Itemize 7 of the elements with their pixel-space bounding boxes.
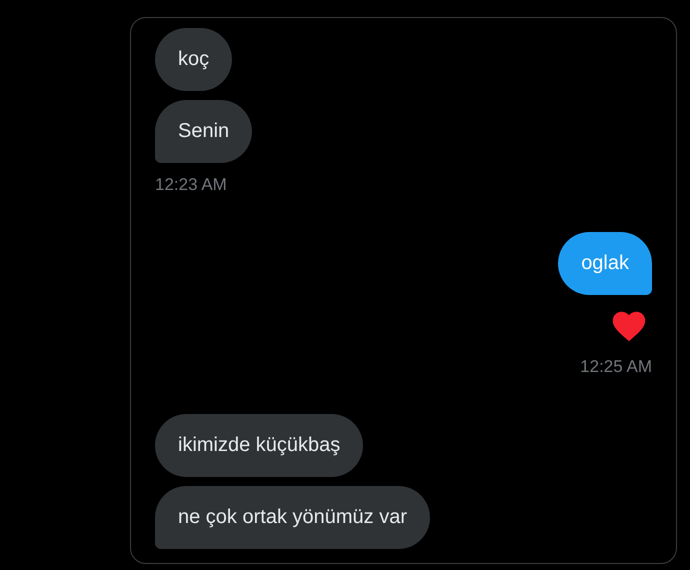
- message-timestamp: 12:25 AM: [580, 356, 652, 378]
- message-bubble: ne çok ortak yönümüz var: [155, 486, 430, 549]
- message-bubble: ikimizde küçükbaş: [155, 414, 364, 477]
- message-bubble: Senin: [155, 100, 252, 163]
- message-bubble: oglak: [558, 232, 652, 295]
- message-bubble: koç: [155, 28, 232, 91]
- message-timestamp: 12:23 AM: [155, 174, 227, 196]
